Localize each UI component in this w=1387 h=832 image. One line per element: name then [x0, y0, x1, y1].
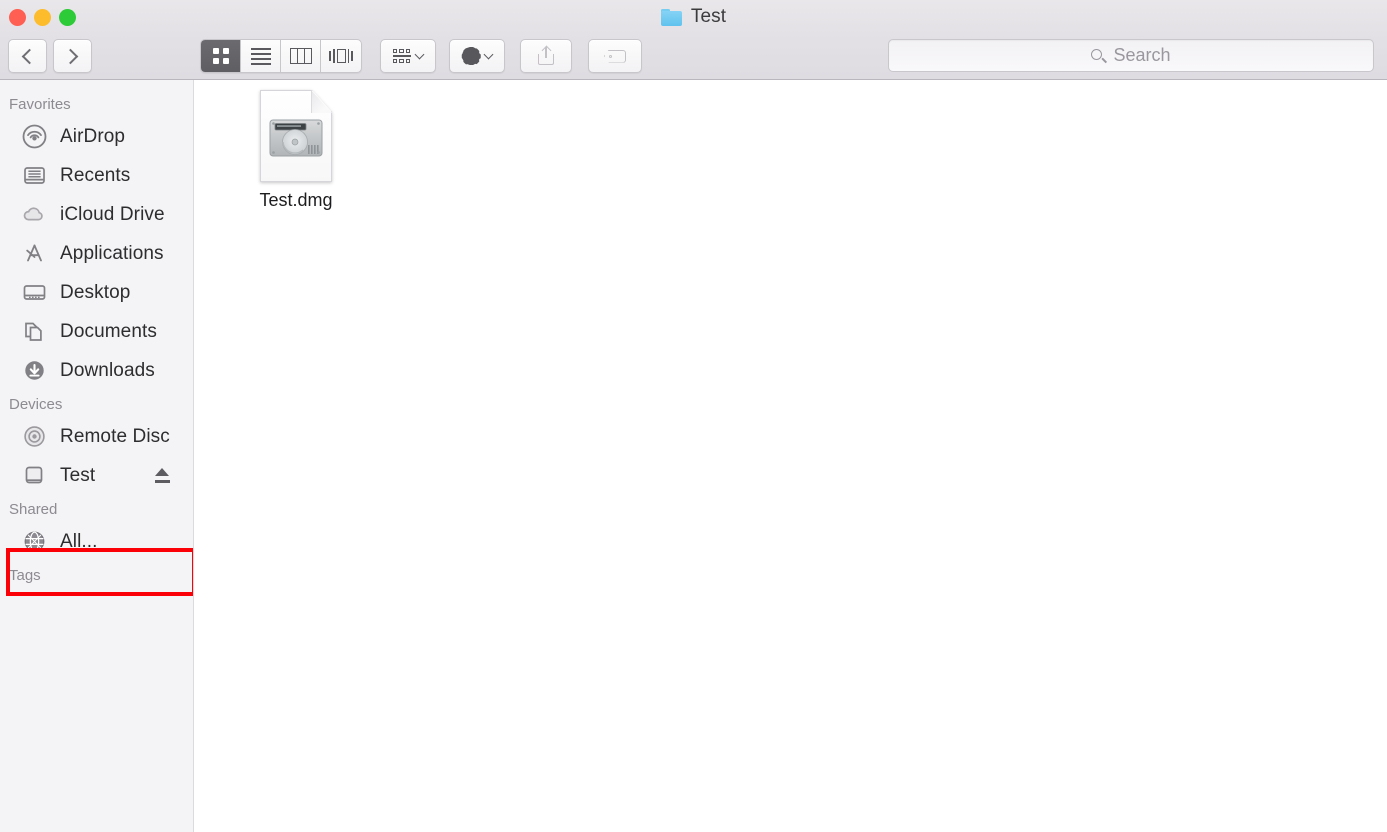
sidebar-section-tags: Tags: [9, 567, 41, 584]
chevron-right-icon: [62, 48, 79, 64]
recents-icon: [21, 162, 48, 189]
file-item[interactable]: Test.dmg: [235, 90, 357, 211]
sidebar-item-icloud-drive[interactable]: iCloud Drive: [0, 195, 193, 234]
grid-icon: [212, 48, 229, 64]
sidebar-item-label: Desktop: [60, 281, 131, 303]
columns-icon: [289, 48, 312, 64]
sidebar-section-favorites: Favorites: [9, 96, 71, 113]
share-icon: [538, 45, 554, 65]
sidebar-item-airdrop[interactable]: AirDrop: [0, 117, 193, 156]
search-placeholder: Search: [1113, 45, 1171, 65]
sidebar-item-label: AirDrop: [60, 125, 126, 147]
documents-icon: [21, 318, 48, 345]
sidebar-item-label: Documents: [60, 320, 157, 342]
external-drive-icon: [21, 462, 48, 489]
sidebar-item-label: iCloud Drive: [60, 203, 165, 225]
view-mode-list[interactable]: [241, 40, 281, 72]
chevron-down-icon: [414, 49, 425, 60]
disk-image-document-icon: [260, 90, 332, 182]
file-name-label: Test.dmg: [259, 190, 333, 210]
sidebar: Favorites AirDrop Recents iCloud Drive A…: [0, 80, 194, 832]
window-title-group: Test: [0, 0, 1387, 34]
coverflow-icon: [329, 48, 353, 64]
chevron-left-icon: [21, 48, 38, 64]
title-bar: Test: [0, 0, 1387, 34]
search-input[interactable]: Search: [888, 39, 1374, 72]
optical-disc-icon: [21, 423, 48, 450]
window-body: Favorites AirDrop Recents iCloud Drive A…: [0, 80, 1387, 832]
tag-button[interactable]: [588, 39, 642, 73]
sidebar-item-desktop[interactable]: Desktop: [0, 273, 193, 312]
sidebar-item-all[interactable]: All...: [0, 522, 193, 561]
arrange-button[interactable]: [380, 39, 436, 73]
folder-icon: [660, 8, 682, 26]
sidebar-item-downloads[interactable]: Downloads: [0, 351, 193, 390]
sidebar-item-label: Test: [60, 464, 96, 486]
view-mode-column[interactable]: [281, 40, 321, 72]
back-button[interactable]: [8, 39, 47, 73]
search-icon: [1091, 48, 1107, 63]
chevron-down-icon: [483, 49, 494, 60]
sidebar-section-devices: Devices: [9, 396, 63, 413]
sidebar-item-label: Downloads: [60, 359, 155, 381]
network-globe-icon: [21, 528, 48, 555]
share-button[interactable]: [520, 39, 572, 73]
sidebar-section-shared: Shared: [9, 501, 58, 518]
sidebar-item-label: Remote Disc: [60, 425, 170, 447]
sidebar-item-applications[interactable]: Applications: [0, 234, 193, 273]
desktop-icon: [21, 279, 48, 306]
arrange-grid-icon: [393, 48, 411, 64]
list-icon: [250, 47, 271, 65]
action-menu-button[interactable]: [449, 39, 505, 73]
window-title: Test: [690, 6, 727, 27]
cloud-icon: [21, 201, 48, 228]
file-grid-area[interactable]: Test.dmg: [194, 80, 1387, 832]
sidebar-item-recents[interactable]: Recents: [0, 156, 193, 195]
navigation-buttons: [8, 39, 92, 73]
sidebar-item-label: Recents: [60, 164, 131, 186]
tag-icon: [604, 49, 626, 63]
applications-icon: [21, 240, 48, 267]
downloads-icon: [21, 357, 48, 384]
sidebar-item-documents[interactable]: Documents: [0, 312, 193, 351]
sidebar-item-label: All...: [60, 530, 98, 552]
airdrop-icon: [21, 123, 48, 150]
toolbar: Search: [0, 34, 1387, 80]
gear-icon: [461, 46, 481, 66]
view-mode-segmented-control: [200, 39, 362, 73]
forward-button[interactable]: [53, 39, 92, 73]
eject-icon[interactable]: [155, 468, 170, 483]
finder-window: Test Search Favorites AirDrop Recents iC…: [0, 0, 1387, 832]
sidebar-item-remote-disc[interactable]: Remote Disc: [0, 417, 193, 456]
sidebar-item-label: Applications: [60, 242, 164, 264]
sidebar-item-test-device[interactable]: Test: [0, 456, 193, 495]
view-mode-icon[interactable]: [201, 40, 241, 72]
view-mode-gallery[interactable]: [321, 40, 361, 72]
